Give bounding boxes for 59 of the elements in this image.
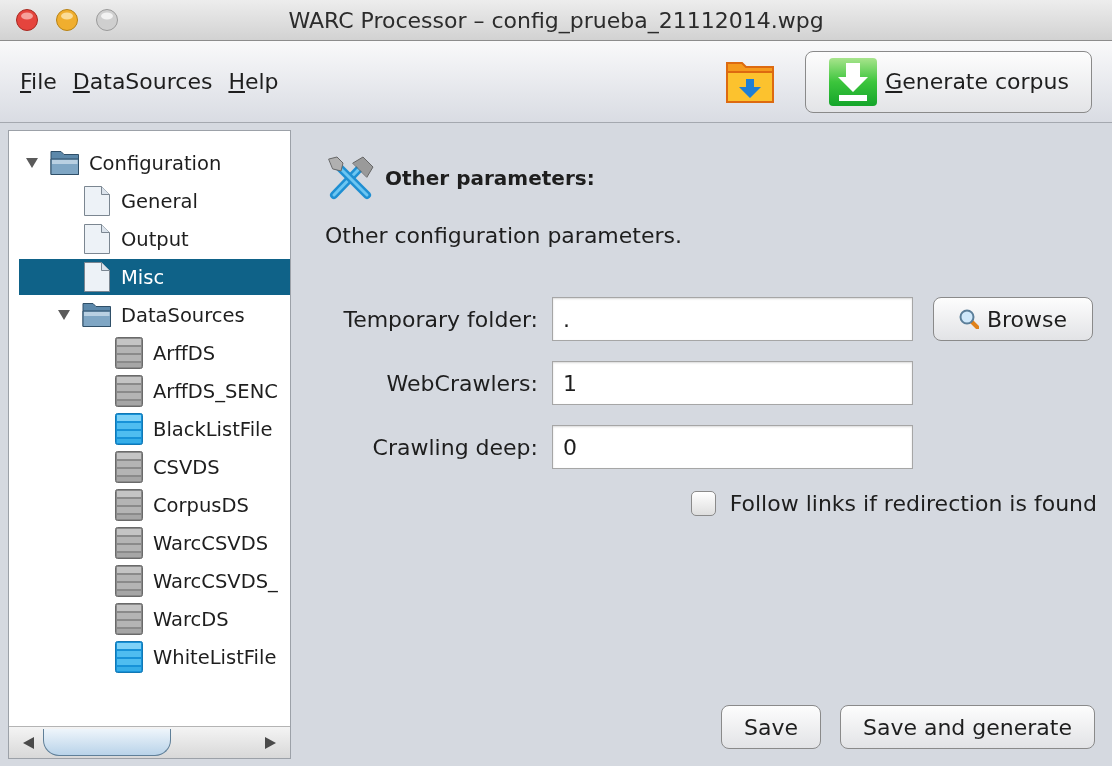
folder-icon <box>82 302 112 328</box>
document-icon <box>84 262 110 292</box>
database-icon <box>115 565 143 597</box>
scroll-thumb[interactable] <box>43 729 171 756</box>
tree-item[interactable]: ArffDS_SENC <box>19 373 290 409</box>
search-icon <box>958 309 979 329</box>
section-title: Other parameters: <box>385 166 595 190</box>
field-label: Crawling deep: <box>372 434 538 460</box>
tree-item[interactable]: General <box>19 183 290 219</box>
database-icon <box>115 641 143 673</box>
minimize-icon[interactable] <box>56 9 78 31</box>
browse-button[interactable]: Browse <box>933 297 1093 341</box>
input-field[interactable]: . <box>552 297 913 341</box>
horizontal-scrollbar[interactable] <box>9 726 290 758</box>
tree-item[interactable]: Misc <box>19 259 290 295</box>
database-icon <box>115 603 143 635</box>
description-text: Other configuration parameters. <box>325 223 683 249</box>
tree-item[interactable]: WarcCSVDS_ <box>19 563 290 599</box>
scroll-left-icon[interactable] <box>23 736 35 749</box>
tree-item[interactable]: ArffDS <box>19 335 290 371</box>
expander-icon[interactable] <box>58 309 70 321</box>
database-icon <box>115 527 143 559</box>
menu-item[interactable]: File <box>20 69 57 94</box>
tree-item[interactable]: Output <box>19 221 290 257</box>
tree-item[interactable]: BlackListFile <box>19 411 290 447</box>
download-icon <box>829 57 878 106</box>
field-label: Temporary folder: <box>343 306 538 332</box>
field-label: WebCrawlers: <box>386 370 538 396</box>
tree-item[interactable]: CSVDS <box>19 449 290 485</box>
close-icon[interactable] <box>16 9 38 31</box>
zoom-icon[interactable] <box>96 9 118 31</box>
generate-button[interactable]: Generate corpus <box>805 50 1092 113</box>
expander-icon[interactable] <box>26 157 38 169</box>
checkbox-label: Follow links if redirection is found <box>729 491 1097 516</box>
database-icon <box>115 375 143 407</box>
menu-item[interactable]: Help <box>228 69 279 94</box>
database-icon <box>115 337 143 369</box>
tree-item[interactable]: WarcDS <box>19 601 290 637</box>
input-field[interactable]: 1 <box>552 361 913 405</box>
document-icon <box>84 224 110 254</box>
tree-item[interactable]: DataSources <box>19 297 290 333</box>
save-button[interactable]: Save <box>720 705 821 749</box>
input-field[interactable]: 0 <box>552 425 913 469</box>
window-title: WARC Processor – config_prueba_21112014.wpg <box>288 7 824 33</box>
tree-item[interactable]: WhiteListFile <box>19 639 290 675</box>
database-icon <box>115 489 143 521</box>
tree-item[interactable]: Configuration <box>19 145 290 181</box>
tools-icon <box>325 155 375 201</box>
tree-item[interactable]: CorpusDS <box>19 487 290 523</box>
folder-arrow-icon[interactable] <box>726 60 775 103</box>
database-icon <box>115 413 143 445</box>
tree-item[interactable]: WarcCSVDS <box>19 525 290 561</box>
menu-item[interactable]: DataSources <box>72 69 213 94</box>
document-icon <box>84 186 110 216</box>
save-and-generate-button[interactable]: Save and generate <box>839 705 1095 749</box>
scroll-right-icon[interactable] <box>264 736 276 749</box>
database-icon <box>115 451 143 483</box>
folder-icon <box>50 150 80 176</box>
checkbox[interactable] <box>690 491 716 516</box>
